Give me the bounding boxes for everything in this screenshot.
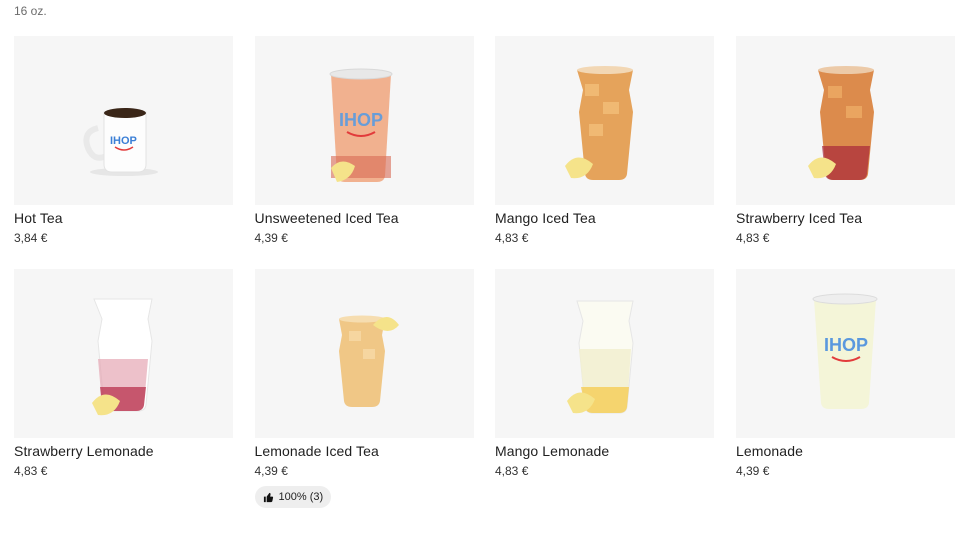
rating-text: 100% (3) [278, 491, 324, 503]
menu-item-price: 3,84 € [14, 231, 48, 245]
strawberry-iced-tea-glass-icon [808, 66, 874, 180]
lemonade-iced-tea-glass-icon [338, 315, 399, 407]
menu-item-price: 4,83 € [495, 464, 529, 478]
strawberry-lemonade-glass-icon [92, 298, 153, 416]
menu-item-name: Lemonade Iced Tea [254, 443, 379, 459]
menu-item-name: Strawberry Iced Tea [736, 210, 863, 226]
rating-badge: 100% (3) [254, 486, 332, 508]
menu-item-image[interactable] [254, 269, 474, 438]
menu-item-image[interactable] [736, 36, 955, 205]
lemonade-cup-icon: IHOP [812, 293, 878, 409]
menu-item-card[interactable]: IHOP Lemonade 4,39 € [736, 269, 955, 478]
menu-item-price: 4,39 € [254, 464, 288, 478]
menu-item-price: 4,39 € [736, 464, 770, 478]
menu-item-image[interactable] [495, 269, 714, 438]
svg-text:IHOP: IHOP [110, 135, 137, 147]
menu-item-card[interactable]: Strawberry Lemonade 4,83 € [14, 269, 233, 478]
menu-item-image[interactable] [14, 269, 233, 438]
hot-tea-mug-icon: IHOP [83, 108, 158, 176]
mango-lemonade-glass-icon [567, 300, 634, 414]
menu-item-card[interactable]: Strawberry Iced Tea 4,83 € [736, 36, 955, 245]
menu-item-card[interactable]: Lemonade Iced Tea 4,39 € 100% (3) [254, 269, 474, 508]
menu-item-card[interactable]: IHOP Unsweetened Iced Tea 4,39 € [254, 36, 474, 245]
menu-item-name: Mango Lemonade [495, 443, 610, 459]
menu-item-price: 4,83 € [736, 231, 770, 245]
thumbs-up-icon [263, 492, 273, 502]
previous-item-size: 16 oz. [14, 4, 47, 18]
menu-item-image[interactable]: IHOP [254, 36, 474, 205]
menu-item-card[interactable]: IHOP Hot Tea 3,84 € [14, 36, 233, 245]
menu-item-card[interactable]: Mango Lemonade 4,83 € [495, 269, 714, 478]
svg-text:IHOP: IHOP [339, 110, 383, 130]
svg-text:IHOP: IHOP [824, 335, 868, 355]
menu-item-name: Hot Tea [14, 210, 63, 226]
menu-item-name: Lemonade [736, 443, 803, 459]
menu-item-name: Unsweetened Iced Tea [254, 210, 399, 226]
menu-item-card[interactable]: Mango Iced Tea 4,83 € [495, 36, 714, 245]
menu-item-image[interactable]: IHOP [14, 36, 233, 205]
mango-iced-tea-glass-icon [565, 66, 633, 180]
menu-item-name: Strawberry Lemonade [14, 443, 154, 459]
iced-tea-cup-icon: IHOP [329, 68, 392, 182]
menu-item-name: Mango Iced Tea [495, 210, 596, 226]
menu-item-price: 4,83 € [14, 464, 48, 478]
menu-item-image[interactable] [495, 36, 714, 205]
menu-item-price: 4,83 € [495, 231, 529, 245]
menu-item-price: 4,39 € [254, 231, 288, 245]
menu-item-image[interactable]: IHOP [736, 269, 955, 438]
